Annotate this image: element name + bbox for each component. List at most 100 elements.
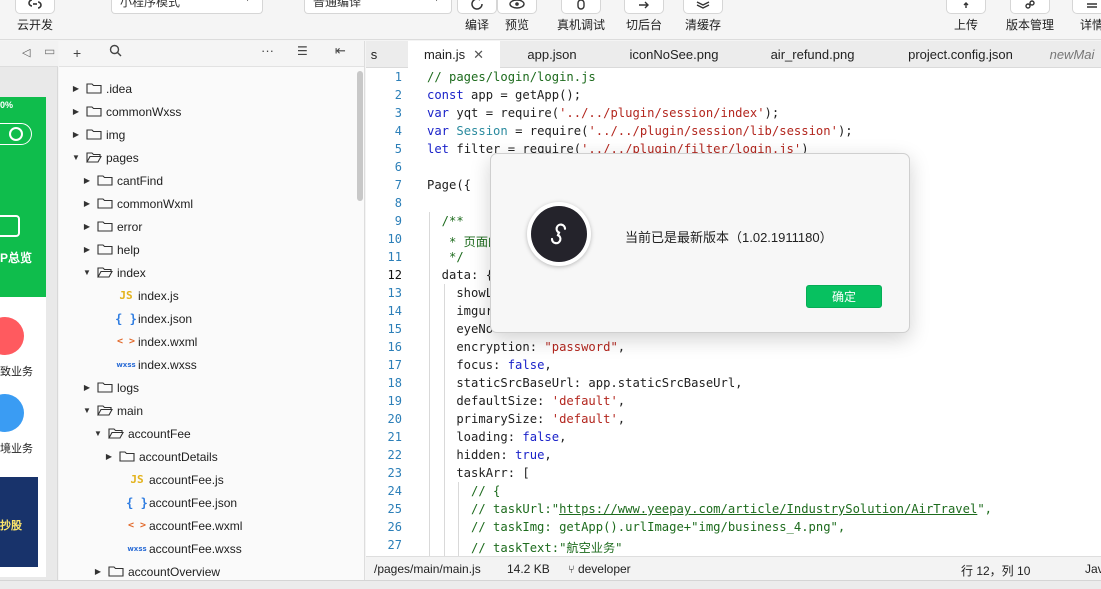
details-button[interactable]: 详情 [1072, 0, 1101, 33]
more-icon[interactable]: ··· [261, 43, 274, 58]
business-blue-icon[interactable] [0, 394, 24, 432]
tree-folder[interactable]: ▶ .idea [71, 77, 132, 100]
business-red-icon[interactable] [0, 317, 24, 355]
editor-tab[interactable]: newMai [1042, 41, 1101, 68]
tree-file[interactable]: { } accountFee.json [104, 491, 237, 514]
preview-button[interactable]: 预览 [497, 0, 537, 33]
clear-cache-button[interactable]: 清缓存 [683, 0, 723, 33]
line-number: 19 [387, 394, 402, 408]
folder-open-icon [107, 427, 125, 441]
line-number: 1 [394, 70, 402, 84]
tree-file[interactable]: JS index.js [93, 284, 178, 307]
code-line: primarySize: 'default', [427, 412, 625, 426]
tree-folder[interactable]: ▶ cantFind [82, 169, 163, 192]
background-label: 切后台 [625, 18, 662, 32]
editor-tab[interactable]: iconNoSee.png [604, 41, 744, 68]
git-branch[interactable]: ⑂ developer [568, 562, 631, 576]
code-token: const [427, 88, 464, 102]
compile-label: 编译 [464, 18, 489, 32]
device-debug-button[interactable]: 真机调试 [557, 0, 605, 33]
cloud-dev-button[interactable]: 云开发 [15, 0, 55, 33]
line-number: 6 [394, 160, 402, 174]
close-icon[interactable]: ✕ [473, 47, 484, 63]
volume-icon[interactable]: ◁ [22, 46, 30, 59]
line-number: 5 [394, 142, 402, 156]
editor-tab[interactable]: air_refund.png [746, 41, 879, 68]
wxss-file-glyph: wxss [127, 544, 147, 553]
version-button[interactable]: 版本管理 [1006, 0, 1054, 33]
tree-folder[interactable]: ▶ logs [82, 376, 139, 399]
code-token: Page({ [427, 178, 472, 192]
editor-tab-label: iconNoSee.png [629, 47, 719, 62]
dialog-message: 当前已是最新版本（1.02.1911180） [625, 230, 833, 245]
compile-button[interactable]: 编译 [457, 0, 497, 33]
tree-file[interactable]: < > accountFee.wxml [104, 514, 242, 537]
indent-icon[interactable]: ☰ [297, 44, 308, 58]
wxss-file-glyph: wxss [116, 360, 136, 369]
code-token: /** [427, 214, 464, 228]
file-path: /pages/main/main.js [374, 562, 481, 576]
git-branch-label: developer [577, 562, 631, 576]
editor-tab[interactable]: main.js ✕ [408, 41, 500, 68]
editor-tab[interactable]: s [366, 41, 382, 68]
tree-folder[interactable]: ▼ index [82, 261, 146, 284]
code-line: // taskUrl:"https://www.yeepay.com/artic… [427, 502, 992, 516]
code-token: */ [427, 250, 464, 264]
search-icon[interactable] [109, 44, 122, 60]
code-line: */ [427, 250, 464, 264]
tree-item-label: accountFee.js [149, 472, 224, 487]
tree-file[interactable]: JS accountFee.js [104, 468, 224, 491]
tree-folder[interactable]: ▶ img [71, 123, 125, 146]
tree-item-label: error [117, 219, 143, 234]
line-number: 8 [394, 196, 402, 210]
tree-folder[interactable]: ▶ accountDetails [104, 445, 218, 468]
line-number: 14 [387, 304, 402, 318]
explorer-scrollbar[interactable] [357, 71, 363, 201]
tree-file[interactable]: wxss index.wxss [93, 353, 196, 376]
add-file-icon[interactable]: + [73, 45, 81, 61]
code-line: // pages/login/login.js [427, 70, 596, 84]
code-line: /** [427, 214, 464, 228]
code-line: loading: false, [427, 430, 566, 444]
editor-tab-label: newMai [1049, 47, 1095, 62]
code-token: defaultSize: [427, 394, 552, 408]
code-line: hidden: true, [427, 448, 551, 462]
tree-folder[interactable]: ▶ commonWxml [82, 192, 193, 215]
line-number: 7 [394, 178, 402, 192]
tree-file[interactable]: { } index.json [93, 307, 192, 330]
editor-tab[interactable]: app.json [502, 41, 602, 68]
promo-banner[interactable]: 抄股 [0, 477, 38, 567]
wallet-icon [0, 215, 20, 237]
tree-item-label: cantFind [117, 173, 164, 188]
tree-folder[interactable]: ▶ help [82, 238, 140, 261]
tree-item-label: index.wxml [138, 334, 198, 349]
cloud-dev-label: 云开发 [16, 18, 53, 32]
ok-button[interactable]: 确定 [806, 285, 882, 308]
cursor-position[interactable]: 行 12，列 10 [961, 562, 1030, 579]
upload-button[interactable]: 上传 [946, 0, 986, 33]
clear-cache-label: 清缓存 [684, 18, 721, 32]
editor-tab[interactable]: project.config.json [881, 41, 1040, 68]
window-icon[interactable]: ▭ [44, 44, 55, 58]
language-mode[interactable]: Jav [1085, 562, 1101, 576]
tree-folder[interactable]: ▶ commonWxss [71, 100, 181, 123]
tree-folder[interactable]: ▼ accountFee [93, 422, 191, 445]
chevron-right-icon: ▶ [94, 567, 102, 576]
mode-select[interactable]: 小程序模式 ▼ [111, 0, 263, 14]
compile-select[interactable]: 普通编译 ▼ [304, 0, 452, 14]
background-button[interactable]: 切后台 [624, 0, 664, 33]
tree-file[interactable]: < > index.wxml [93, 330, 197, 353]
tree-folder[interactable]: ▼ main [82, 399, 143, 422]
line-number: 25 [387, 502, 402, 516]
collapse-panel-icon[interactable]: ⇤ [335, 43, 346, 59]
capsule-button[interactable] [0, 123, 32, 145]
code-token: var [427, 124, 450, 138]
tree-item-label: accountFee [128, 426, 191, 441]
tree-file[interactable]: wxss accountFee.wxss [104, 537, 241, 560]
editor-tab-label: main.js [423, 47, 466, 62]
app-logo [527, 202, 591, 266]
tree-folder[interactable]: ▼ pages [71, 146, 139, 169]
code-token: "password" [544, 340, 618, 354]
chevron-right-icon: ▶ [83, 176, 91, 185]
tree-folder[interactable]: ▶ error [82, 215, 142, 238]
